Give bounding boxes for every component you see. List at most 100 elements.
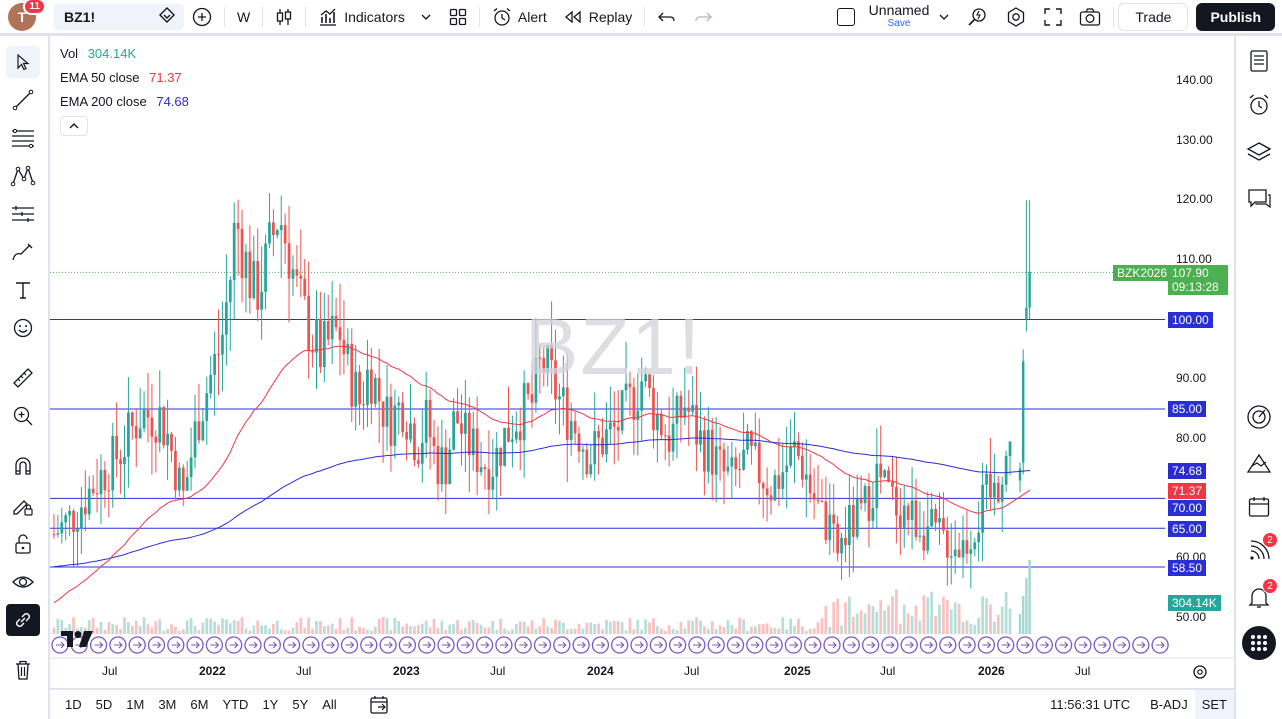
lock-tool[interactable] — [6, 528, 40, 560]
price-tick-label: 90.00 — [1176, 371, 1207, 386]
volume-bar — [648, 622, 651, 634]
calendar-button[interactable] — [1242, 490, 1276, 524]
draw-mode-tool[interactable] — [6, 490, 40, 522]
symbol-search[interactable]: BZ1! — [54, 3, 184, 30]
ideas-button[interactable]: 2 — [1242, 532, 1278, 568]
candle-body — [738, 468, 742, 470]
candle-body — [926, 526, 930, 551]
candle-body — [879, 463, 883, 478]
candle-body — [663, 435, 667, 437]
chart-pane[interactable]: BZ1! Vol 304.14K EMA 50 close 71.37 EMA … — [50, 36, 1234, 688]
quick-search-button[interactable] — [959, 0, 997, 34]
legend-ema50[interactable]: EMA 50 close 71.37 — [60, 70, 182, 85]
time-tick-label: 2025 — [784, 664, 811, 678]
adjustment-button[interactable]: B-ADJ — [1143, 690, 1195, 719]
interval-button[interactable]: W — [229, 0, 258, 34]
layout-menu-button[interactable] — [929, 0, 959, 34]
layout-checkbox[interactable] — [836, 7, 855, 26]
zoom-tool[interactable] — [6, 400, 40, 432]
range-1m[interactable]: 1M — [119, 690, 151, 719]
visibility-tool[interactable] — [6, 566, 40, 598]
text-tool[interactable] — [6, 274, 40, 306]
ideas-badge: 2 — [1262, 532, 1278, 548]
volume-bar — [526, 626, 530, 634]
volume-bar — [366, 629, 369, 634]
watchlist-button[interactable] — [1242, 44, 1276, 78]
volume-bar — [123, 617, 126, 634]
candle-body — [166, 433, 169, 446]
hotlist-button[interactable] — [1242, 400, 1276, 434]
legend-ema200[interactable]: EMA 200 close 74.68 — [60, 94, 189, 109]
volume-bar — [902, 604, 906, 634]
fib-tool[interactable] — [6, 122, 40, 154]
axis-settings-button[interactable] — [1192, 664, 1208, 683]
clock[interactable]: 11:56:31 UTC — [1043, 690, 1137, 719]
snapshot-button[interactable] — [1071, 0, 1109, 34]
candle-body — [111, 435, 115, 491]
session-button[interactable]: SET — [1194, 690, 1234, 719]
legend-collapse-button[interactable] — [60, 116, 88, 136]
add-symbol-button[interactable] — [184, 0, 220, 34]
indicators-button[interactable]: Indicators — [310, 0, 441, 34]
legend-volume[interactable]: Vol 304.14K — [60, 46, 136, 61]
remove-tool[interactable] — [6, 654, 40, 686]
layout-name-button[interactable]: Unnamed Save — [869, 3, 930, 30]
publish-button[interactable]: Publish — [1196, 2, 1275, 31]
volume-bar — [605, 619, 608, 634]
legend-ema50-value: 71.37 — [149, 70, 182, 85]
range-3m[interactable]: 3M — [151, 690, 183, 719]
fullscreen-button[interactable] — [1035, 0, 1071, 34]
apps-button[interactable] — [1242, 626, 1276, 660]
range-1d[interactable]: 1D — [58, 690, 89, 719]
alert-button[interactable]: Alert — [484, 0, 555, 34]
trend-line-tool[interactable] — [6, 84, 40, 116]
range-all[interactable]: All — [315, 690, 343, 719]
volume-bar — [166, 628, 169, 634]
candle-body — [726, 466, 730, 472]
candle-body — [773, 475, 777, 501]
chart-type-button[interactable] — [267, 0, 301, 34]
volume-bar — [334, 629, 338, 634]
volume-bar — [154, 621, 158, 634]
volume-bar — [401, 626, 405, 634]
pattern-tool[interactable] — [6, 160, 40, 192]
candle-body — [326, 321, 330, 340]
volume-bar — [663, 630, 667, 634]
compare-icon[interactable] — [158, 6, 176, 27]
alerts-button[interactable] — [1242, 88, 1276, 122]
tradingview-logo[interactable] — [60, 628, 94, 654]
brush-tool[interactable] — [6, 236, 40, 268]
candle-body — [397, 402, 401, 406]
replay-button[interactable]: Replay — [555, 0, 641, 34]
range-1y[interactable]: 1Y — [255, 690, 285, 719]
templates-button[interactable] — [441, 0, 475, 34]
user-avatar[interactable]: T 11 — [8, 0, 46, 31]
range-6m[interactable]: 6M — [183, 690, 215, 719]
candle-body — [80, 507, 83, 529]
pine-button[interactable] — [1242, 446, 1276, 480]
volume-bar — [836, 598, 840, 634]
range-ytd[interactable]: YTD — [215, 690, 255, 719]
chats-button[interactable] — [1242, 182, 1276, 216]
candle-body — [1025, 307, 1028, 320]
range-5d[interactable]: 5D — [89, 690, 120, 719]
candle-body — [174, 450, 177, 491]
range-5y[interactable]: 5Y — [285, 690, 315, 719]
redo-button[interactable] — [685, 0, 721, 34]
magnet-tool[interactable] — [6, 450, 40, 482]
volume-bar — [989, 604, 992, 634]
measure-tool[interactable] — [6, 362, 40, 394]
volume-bar — [319, 621, 322, 634]
candle-body — [91, 488, 95, 494]
trade-button[interactable]: Trade — [1118, 2, 1189, 31]
forecast-tool[interactable] — [6, 198, 40, 230]
indicators-label: Indicators — [344, 8, 405, 25]
cursor-tool[interactable] — [6, 46, 40, 78]
emoji-tool[interactable] — [6, 312, 40, 344]
object-tree-button[interactable] — [1242, 135, 1276, 169]
link-tool[interactable] — [6, 604, 40, 636]
settings-button[interactable] — [997, 0, 1035, 34]
notifications-button[interactable]: 2 — [1242, 578, 1278, 614]
undo-button[interactable] — [649, 0, 685, 34]
goto-date-button[interactable] — [362, 690, 398, 719]
